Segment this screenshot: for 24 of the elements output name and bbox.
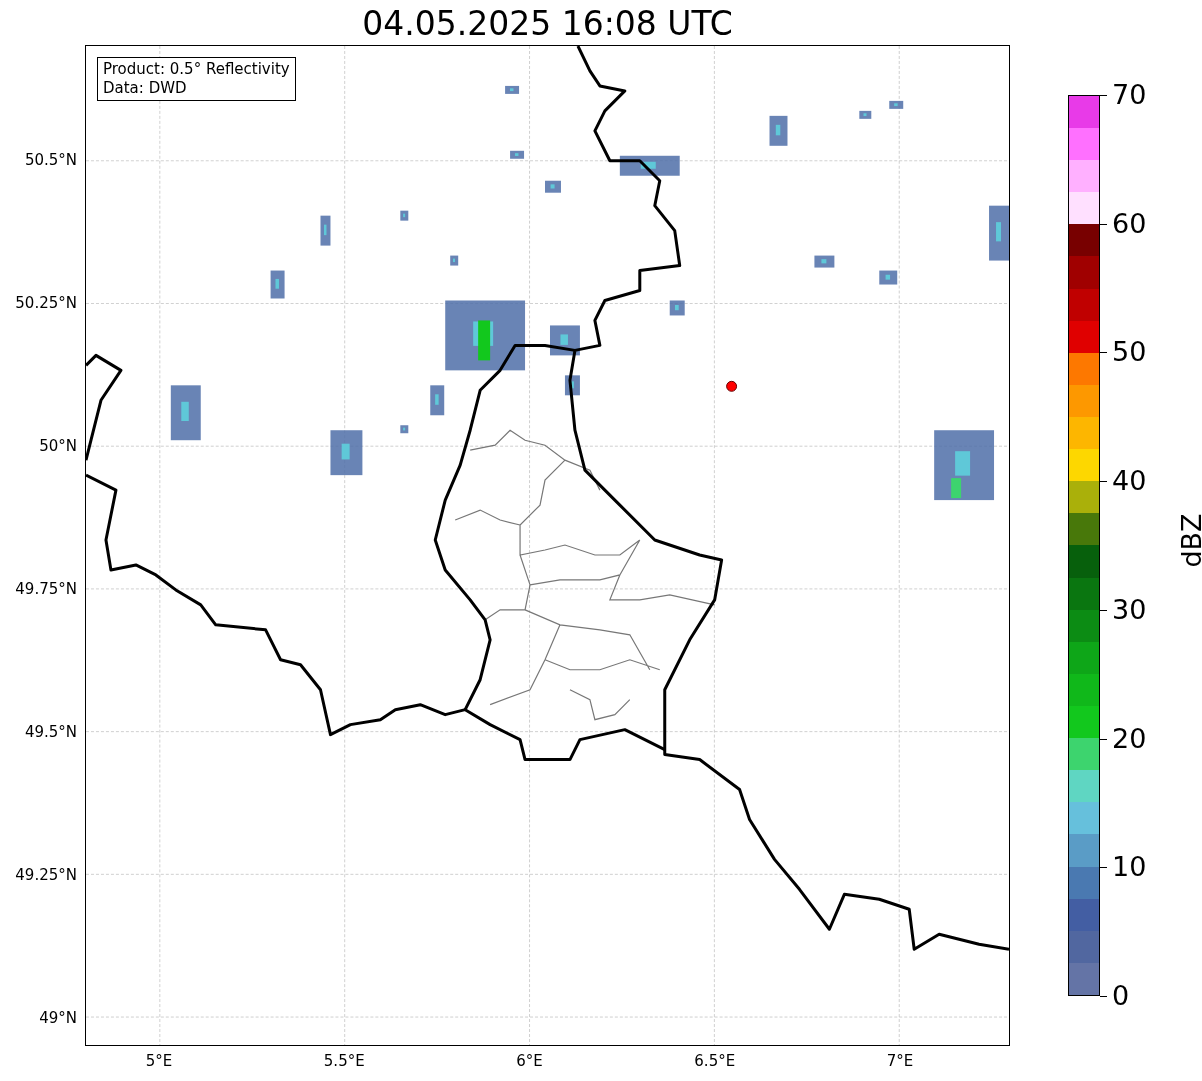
chart-title: 04.05.2025 16:08 UTC: [361, 4, 734, 43]
latitude-label: 49.75°N: [15, 580, 77, 598]
colorbar-tick-label: 60: [1112, 206, 1147, 241]
longitude-label: 5.5°E: [323, 1052, 365, 1070]
colorbar-tick-label: 50: [1112, 335, 1147, 370]
longitude-label: 6.5°E: [694, 1052, 736, 1070]
legend-text: Data: DWD: [103, 79, 188, 98]
colorbar-label: dBZ: [1175, 513, 1202, 568]
longitude-label: 5°E: [145, 1052, 173, 1070]
latitude-label: 49.5°N: [24, 723, 77, 741]
latitude-label: 49.25°N: [15, 866, 77, 884]
colorbar-tick-label: 0: [1112, 979, 1130, 1013]
colorbar-tick-label: 70: [1112, 78, 1147, 112]
colorbar-tick-label: 10: [1112, 850, 1147, 885]
longitude-label: 7°E: [886, 1052, 914, 1070]
legend-text: Product: 0.5° Reflectivity: [103, 60, 290, 79]
longitude-label: 6°E: [516, 1052, 543, 1070]
colorbar-tick-label: 40: [1112, 464, 1147, 498]
latitude-label: 50.5°N: [24, 151, 77, 169]
latitude-label: 49°N: [39, 1009, 77, 1027]
colorbar-tick-label: 20: [1112, 721, 1147, 756]
latitude-label: 50.25°N: [15, 294, 77, 312]
colorbar-tick-label: 30: [1112, 592, 1147, 627]
latitude-label: 50°N: [39, 437, 77, 455]
